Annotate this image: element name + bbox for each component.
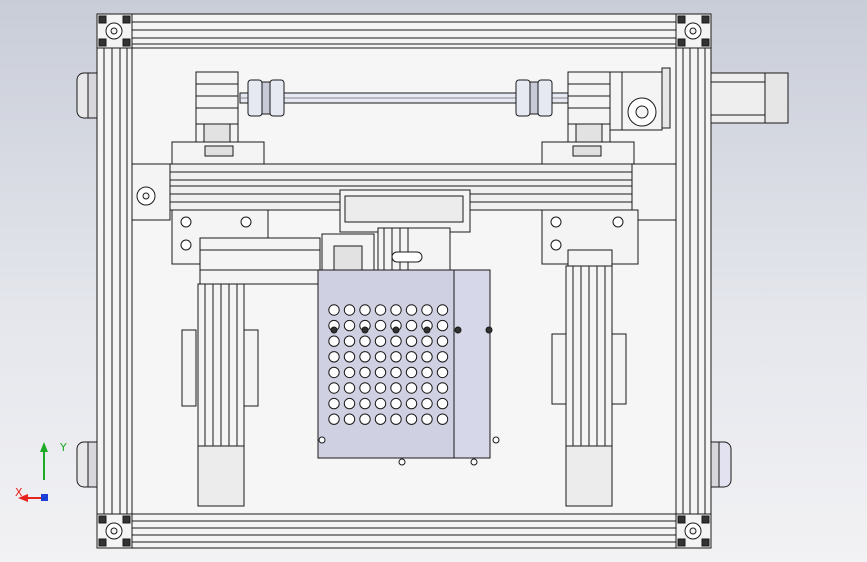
tray-hole [421, 397, 433, 410]
drive-motor-housing [707, 72, 789, 124]
tray-hole [359, 397, 371, 410]
tray-hole [374, 304, 387, 316]
suction-nozzle [330, 326, 338, 334]
tray-hole [359, 382, 371, 394]
tray-hole [390, 413, 402, 425]
tray-hole [343, 413, 356, 425]
tray-hole [328, 351, 340, 363]
tray-hole [421, 413, 433, 425]
tray-hole [390, 335, 402, 347]
tray-hole [374, 397, 387, 410]
corner-bracket-top-left [96, 13, 133, 49]
tray-hole [359, 335, 371, 347]
tray-hole [328, 335, 340, 347]
tray-hole [405, 319, 418, 332]
tray-hole [421, 382, 433, 394]
suction-nozzle [361, 326, 369, 334]
tray-hole [343, 366, 356, 379]
z-axis-icon [41, 494, 48, 501]
tray-hole [359, 413, 371, 425]
tray-hole [390, 366, 402, 379]
tray-hole [405, 335, 418, 347]
tray-hole [359, 351, 371, 363]
suction-nozzle [392, 326, 400, 334]
tray-hole [405, 413, 418, 425]
corner-bracket-bottom-right [675, 513, 712, 549]
tray-hole [436, 304, 449, 316]
tray-hole [328, 397, 340, 410]
tray-hole [328, 304, 340, 316]
right-lower-foot [709, 441, 732, 488]
tray-hole [374, 413, 387, 425]
tray-hole [390, 382, 402, 394]
tray-hole [436, 397, 449, 410]
tray-hole [359, 304, 371, 316]
left-lower-foot [76, 441, 98, 488]
x-axis-label: X [15, 486, 23, 499]
tray-hole [343, 397, 356, 410]
tray-hole [436, 319, 449, 332]
y-axis-head-icon [40, 442, 48, 452]
y-axis-label: Y [60, 441, 67, 454]
tray-hole [374, 382, 387, 394]
tray-hole [421, 366, 433, 379]
machine-assembly-drawing [76, 13, 789, 549]
tray-hole [374, 366, 387, 379]
tray-hole [421, 304, 433, 316]
tray-hole [390, 397, 402, 410]
tray-hole [343, 382, 356, 394]
tray-hole [405, 351, 418, 363]
tray-hole [343, 335, 356, 347]
tray-hole [328, 382, 340, 394]
tray-hole [374, 351, 387, 363]
corner-bracket-bottom-left [96, 513, 133, 549]
tray-hole [421, 351, 433, 363]
tray-hole [328, 366, 340, 379]
tray-hole [436, 382, 449, 394]
tray-hole [436, 413, 449, 425]
tray-hole [421, 335, 433, 347]
tray-hole [390, 304, 402, 316]
tray-hole [405, 304, 418, 316]
tray-hole [436, 335, 449, 347]
corner-bracket-top-right [675, 13, 712, 49]
tray-hole [374, 335, 387, 347]
tray-hole [436, 366, 449, 379]
tray-plate [317, 269, 500, 466]
suction-nozzle [454, 326, 462, 334]
tray-hole [390, 351, 402, 363]
tray-hole [343, 304, 356, 316]
tray-hole [405, 366, 418, 379]
tray-hole [359, 366, 371, 379]
suction-nozzle [485, 326, 493, 334]
tray-hole [436, 351, 449, 363]
tray-hole [343, 351, 356, 363]
cad-viewport[interactable]: Y X [0, 0, 867, 562]
servo-motor [609, 67, 671, 131]
tray-hole [343, 319, 356, 332]
tray-hole [328, 413, 340, 425]
left-upper-foot [76, 72, 98, 119]
tray-hole [374, 319, 387, 332]
suction-nozzle [423, 326, 431, 334]
tray-hole [405, 397, 418, 410]
tray-hole [405, 382, 418, 394]
